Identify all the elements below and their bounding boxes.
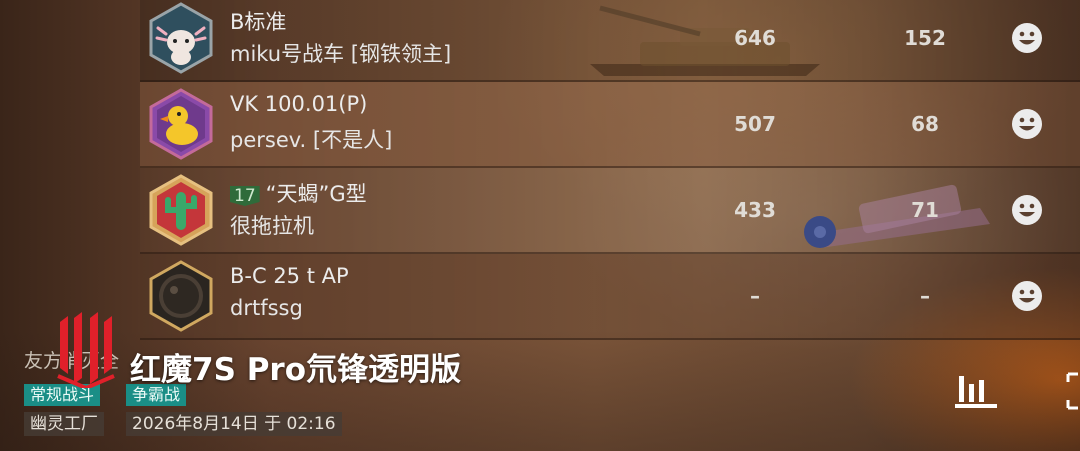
player-name: miku号战车 [钢铁领主] — [230, 42, 452, 66]
player-row[interactable]: 17 “天蝎”G型 很拖拉机 433 71 — [140, 168, 1080, 254]
player-name: 很拖拉机 — [230, 214, 314, 238]
level-badge: 17 — [230, 186, 260, 206]
expand-icon[interactable] — [1064, 370, 1080, 412]
vehicle-name: “天蝎”G型 — [265, 182, 367, 206]
damage-value: 433 — [734, 198, 776, 222]
map-name: 幽灵工厂 — [24, 412, 104, 436]
red-magic-logo-icon — [57, 312, 115, 388]
planet-icon — [149, 260, 213, 332]
smiley-icon[interactable] — [1011, 194, 1043, 226]
watermark-text: 红魔7S Pro氘锋透明版 — [130, 352, 461, 388]
player-row[interactable]: B-C 25 t AP drtfssg – – — [140, 254, 1080, 340]
score-value: 68 — [911, 112, 939, 136]
player-row[interactable]: B标准 miku号战车 [钢铁领主] 646 152 — [140, 0, 1080, 82]
damage-value: 646 — [734, 26, 776, 50]
player-name: persev. [不是人] — [230, 128, 393, 152]
player-name: drtfssg — [230, 296, 303, 320]
damage-value: 507 — [734, 112, 776, 136]
vehicle-name: VK 100.01(P) — [230, 92, 368, 116]
duck-icon — [149, 88, 213, 160]
score-value: 152 — [904, 26, 946, 50]
score-value: 71 — [911, 198, 939, 222]
vehicle-line: 17 “天蝎”G型 — [230, 178, 367, 208]
smiley-icon[interactable] — [1011, 108, 1043, 140]
axolotl-icon — [149, 2, 213, 74]
smiley-icon[interactable] — [1011, 280, 1043, 312]
vehicle-name: B-C 25 t AP — [230, 264, 349, 288]
battle-datetime: 2026年8月14日 于 02:16 — [126, 412, 342, 436]
bar-chart-icon[interactable] — [955, 372, 997, 410]
player-row[interactable]: VK 100.01(P) persev. [不是人] 507 68 — [140, 82, 1080, 168]
vehicle-name: B标准 — [230, 10, 287, 34]
cactus-icon — [149, 174, 213, 246]
smiley-icon[interactable] — [1011, 22, 1043, 54]
score-value: – — [920, 284, 930, 308]
damage-value: – — [750, 284, 760, 308]
